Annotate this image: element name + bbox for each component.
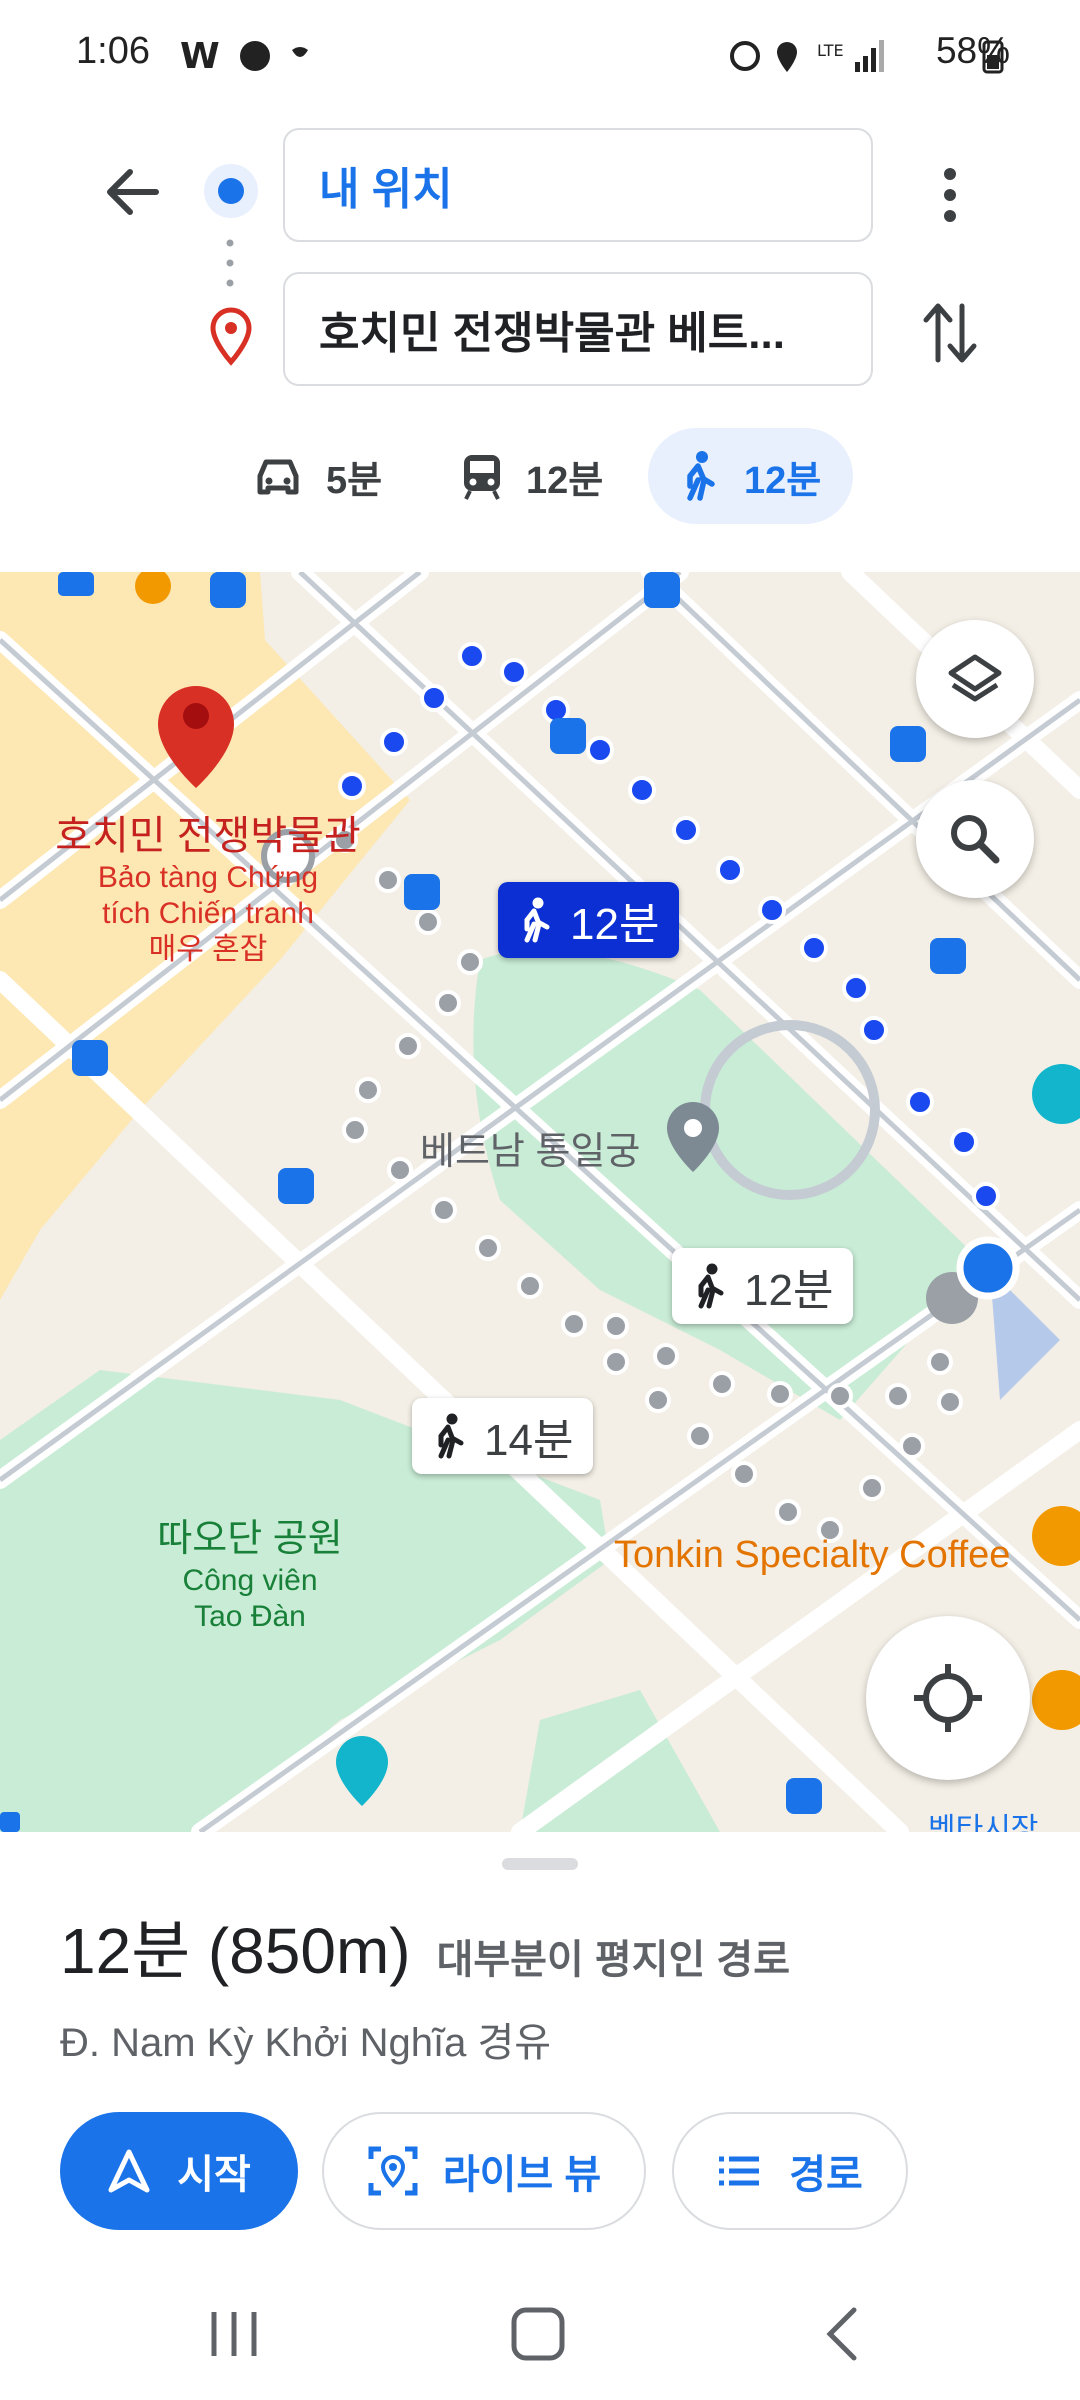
coffee-label[interactable]: Tonkin Specialty Coffee (614, 1534, 1010, 1577)
status-time: 1:06 (76, 30, 150, 72)
back-icon[interactable] (818, 2304, 868, 2364)
mode-driving-label: 5분 (326, 459, 383, 502)
svg-text:LTE: LTE (817, 41, 844, 60)
museum-label[interactable]: 호치민 전쟁박물관 Bảo tàng Chứng tích Chiến tran… (28, 812, 388, 968)
museum-label-vi-1: Bảo tàng Chứng (97, 861, 319, 894)
route-tag-selected[interactable]: 12분 (498, 882, 680, 958)
route-dots-icon (226, 239, 234, 287)
mode-transit-label: 12분 (526, 459, 604, 502)
mode-driving[interactable]: 5분 (252, 428, 382, 524)
museum-label-vi-2: tích Chiến tranh (102, 897, 314, 930)
walk-icon (524, 897, 550, 943)
list-icon (719, 2156, 760, 2186)
route-tag-alt-2[interactable]: 14분 (412, 1398, 594, 1474)
home-icon[interactable] (508, 2304, 568, 2364)
more-options-icon[interactable] (930, 160, 970, 230)
origin-dot-icon (204, 164, 258, 218)
route-tag-alt-1[interactable]: 12분 (672, 1248, 854, 1324)
notification-icons: W (180, 36, 308, 76)
recent-apps-icon[interactable] (206, 2306, 262, 2362)
park-label[interactable]: 따오단 공원 Công viên Tao Đàn (120, 1517, 380, 1635)
palace-label[interactable]: 베트남 통일궁 (420, 1120, 640, 1175)
start-label: 시작 (177, 2153, 251, 2197)
system-icons: LTE (730, 40, 884, 72)
park-label-vi-1: Công viên (182, 1563, 318, 1597)
system-nav-bar (0, 2270, 1080, 2400)
museum-busy-label: 매우 혼잡 (148, 933, 268, 966)
market-label[interactable]: 벤타시장 (928, 1804, 1038, 1832)
park-label-ko: 따오단 공원 (157, 1518, 343, 1560)
walk-icon (438, 1413, 464, 1459)
car-icon (257, 459, 299, 495)
search-button[interactable] (916, 780, 1034, 898)
route-summary: 12분 (850m) 대부분이 평지인 경로 (60, 1900, 790, 1992)
museum-label-ko: 호치민 전쟁박물관 (55, 814, 361, 858)
mode-transit[interactable]: 12분 (460, 428, 603, 524)
steps-button[interactable]: 경로 (672, 2112, 908, 2230)
route-duration: 12분 (850m) (60, 1915, 411, 1987)
layers-icon (948, 654, 1002, 702)
map-view[interactable]: 호치민 전쟁박물관 Bảo tàng Chứng tích Chiến tran… (0, 572, 1080, 1832)
status-bar: 1:06 W LTE 58% (0, 0, 1080, 110)
steps-label: 경로 (789, 2153, 863, 2197)
back-arrow-icon[interactable] (100, 160, 164, 224)
live-view-button[interactable]: 라이브 뷰 (322, 2112, 646, 2230)
mode-walking[interactable]: 12분 (648, 428, 854, 524)
transit-icon (464, 455, 500, 500)
origin-field[interactable]: 내 위치 (283, 128, 873, 242)
drag-handle[interactable] (502, 1858, 578, 1870)
swap-icon[interactable] (920, 298, 980, 368)
route-note: 대부분이 평지인 경로 (436, 1938, 791, 1982)
route-tag-alt-2-time: 14분 (484, 1416, 574, 1465)
my-location-button[interactable] (866, 1616, 1030, 1780)
layers-button[interactable] (916, 620, 1034, 738)
navigation-arrow-icon (108, 2149, 150, 2193)
route-tag-selected-time: 12분 (570, 900, 660, 949)
svg-text:W: W (180, 36, 220, 76)
route-tag-alt-1-time: 12분 (744, 1266, 834, 1315)
live-view-icon (368, 2146, 418, 2196)
start-button[interactable]: 시작 (60, 2112, 298, 2230)
battery-icon (982, 40, 1004, 74)
walk-icon (698, 1263, 724, 1309)
search-icon (951, 815, 1000, 864)
route-via: Đ. Nam Kỳ Khởi Nghĩa 경유 (60, 2021, 552, 2065)
destination-field[interactable]: 호치민 전쟁박물관 베트... (283, 272, 873, 386)
live-view-label: 라이브 뷰 (442, 2153, 602, 2197)
mode-walking-label: 12분 (744, 459, 822, 502)
park-label-vi-2: Tao Đàn (194, 1599, 306, 1633)
destination-pin-icon (210, 307, 252, 366)
crosshair-icon (914, 1664, 982, 1732)
walk-icon (687, 451, 715, 501)
